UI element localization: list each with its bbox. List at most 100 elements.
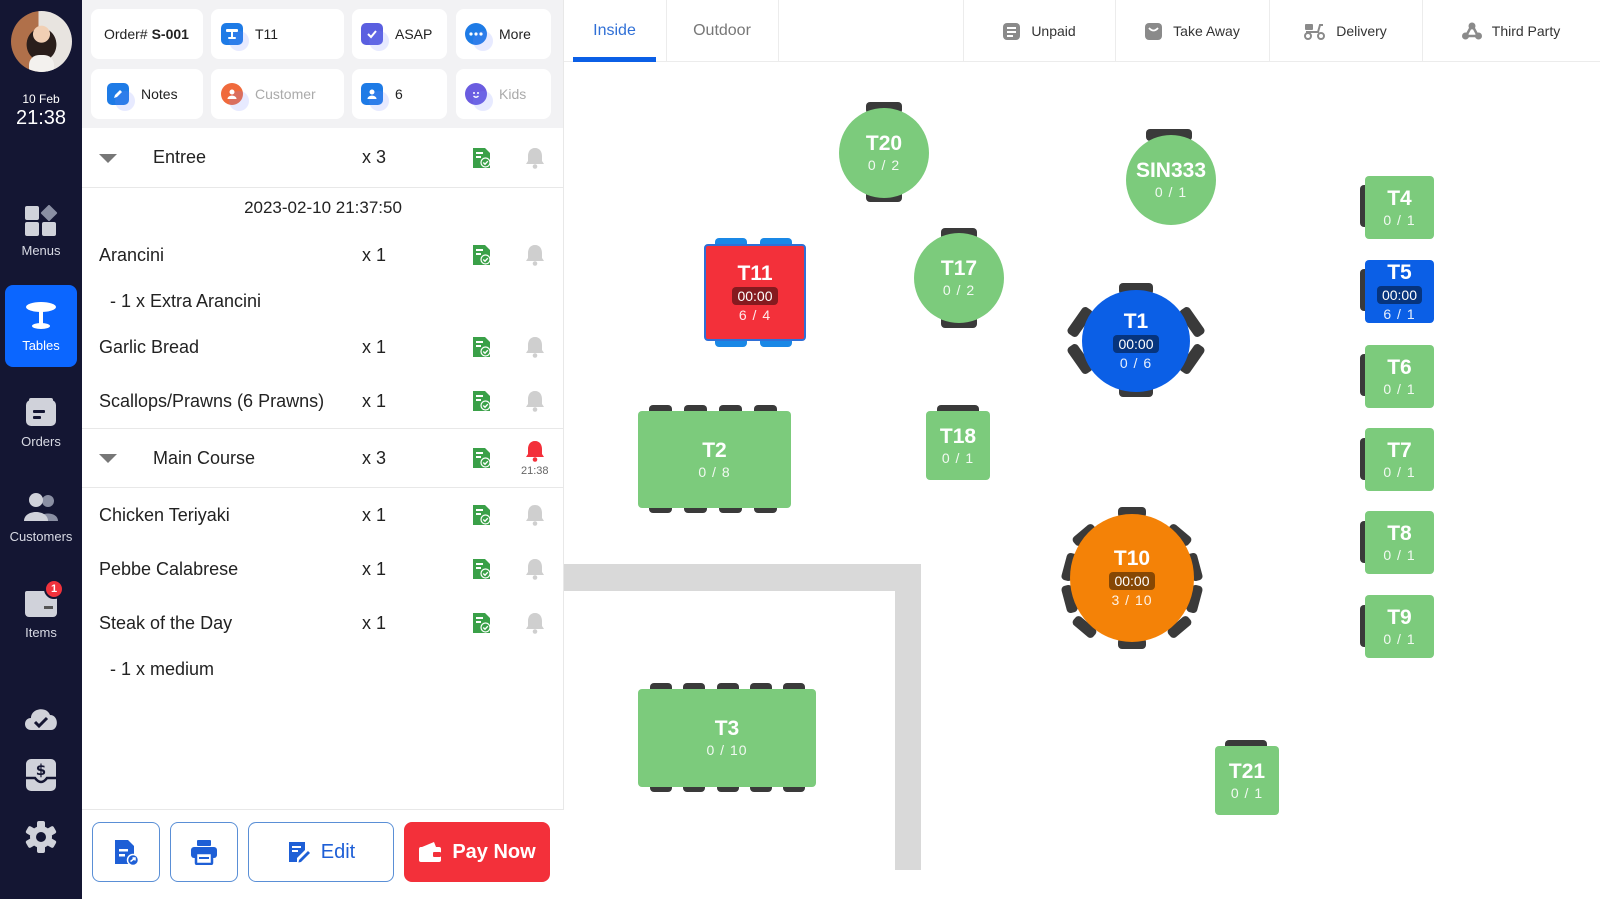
notes-chip[interactable]: Notes [91,69,203,119]
order-item-row[interactable]: Pebbe Calabrese x 1 [82,542,564,596]
guests-chip[interactable]: 6 [352,69,447,119]
bell-alert-icon[interactable] [525,440,545,462]
cash-drawer-icon[interactable]: $ [23,758,59,792]
nav-item-items[interactable]: 1 Items [5,572,77,654]
bell-icon[interactable] [525,147,545,169]
nav-label-menus: Menus [21,242,61,258]
kitchen-sent-icon[interactable] [472,336,492,358]
table-chip[interactable]: T11 [211,9,344,59]
course-group-main-course[interactable]: Main Course x 3 21:38 [82,428,564,488]
table-name: T7 [1387,438,1412,462]
bell-icon[interactable] [525,504,545,526]
svg-text:$: $ [36,761,46,779]
table-T2[interactable]: T2 0 / 8 [638,411,791,508]
table-T10[interactable]: T10 00:00 3 / 10 [1070,514,1194,642]
table-seats: 0 / 2 [942,282,976,298]
item-qty: x 1 [362,504,387,525]
course-group-entree[interactable]: Entree x 3 [82,128,564,188]
table-T9[interactable]: T9 0 / 1 [1365,595,1434,658]
table-T17[interactable]: T17 0 / 2 [914,233,1004,323]
pencil-icon [107,83,135,111]
tab-inside[interactable]: Inside [573,0,656,62]
pay-now-label: Pay Now [452,840,536,863]
settings-gear-icon[interactable] [23,820,59,854]
table-seats: 3 / 10 [1111,592,1153,608]
bell-icon[interactable] [525,390,545,412]
timing-chip-label: ASAP [395,26,433,42]
bell-icon[interactable] [525,558,545,580]
customers-icon [24,491,58,523]
nav-item-orders[interactable]: Orders [5,381,77,463]
table-name: T3 [714,717,740,740]
kitchen-sent-icon[interactable] [472,558,492,580]
split-bill-button[interactable] [92,822,160,882]
table-icon [24,300,58,332]
filter-take-away[interactable]: Take Away [1115,0,1269,62]
kitchen-sent-icon[interactable] [472,612,492,634]
edit-button[interactable]: Edit [248,822,394,882]
item-qty: x 1 [362,336,387,357]
course-qty: x 3 [362,447,387,468]
bell-icon[interactable] [525,244,545,266]
kids-chip-label: Kids [499,86,527,102]
table-T4[interactable]: T4 0 / 1 [1365,176,1434,239]
more-chip[interactable]: More [456,9,551,59]
table-name: T5 [1387,260,1412,284]
tab-outdoor[interactable]: Outdoor [666,0,778,62]
table-SIN333[interactable]: SIN333 0 / 1 [1126,135,1216,225]
kitchen-sent-icon[interactable] [472,147,492,169]
bell-icon[interactable] [525,612,545,634]
bell-icon[interactable] [525,336,545,358]
kitchen-sent-icon[interactable] [472,244,492,266]
table-T20[interactable]: T20 0 / 2 [839,108,929,198]
item-qty: x 1 [362,244,387,265]
table-T21[interactable]: T21 0 / 1 [1215,746,1279,815]
table-T7[interactable]: T7 0 / 1 [1365,428,1434,491]
collapse-caret-icon[interactable] [99,153,117,163]
timing-chip[interactable]: ASAP [352,9,447,59]
table-T3[interactable]: T3 0 / 10 [638,689,816,787]
order-panel: Order# S-001 T11 ASAP More Notes Customer… [82,0,564,899]
item-qty: x 1 [362,558,387,579]
filter-unpaid[interactable]: Unpaid [963,0,1115,62]
nav-item-customers[interactable]: Customers [5,476,77,558]
kids-chip[interactable]: Kids [456,69,551,119]
order-item-row[interactable]: Scallops/Prawns (6 Prawns) x 1 [82,374,564,428]
table-T6[interactable]: T6 0 / 1 [1365,345,1434,408]
order-item-row[interactable]: Steak of the Day x 1 [82,596,564,650]
item-name: Arancini [99,244,165,265]
cloud-sync-icon[interactable] [23,700,59,734]
filter-delivery[interactable]: Delivery [1269,0,1422,62]
pay-now-button[interactable]: Pay Now [404,822,550,882]
order-item-row[interactable]: Chicken Teriyaki x 1 [82,488,564,542]
kitchen-sent-icon[interactable] [472,504,492,526]
printer-icon [191,840,217,865]
table-T18[interactable]: T18 0 / 1 [926,411,990,480]
order-item-row[interactable]: Garlic Bread x 1 [82,320,564,374]
collapse-caret-icon[interactable] [99,454,117,463]
item-qty: x 1 [362,390,387,411]
nav-item-tables[interactable]: Tables [5,285,77,367]
table-seats: 0 / 1 [1230,784,1264,801]
table-seats: 0 / 10 [706,742,748,758]
customer-chip[interactable]: Customer [211,69,344,119]
filter-third-party[interactable]: Third Party [1422,0,1600,62]
order-item-row[interactable]: Arancini x 1 [82,228,564,282]
tab-divider [778,0,779,62]
item-qty: x 1 [362,612,387,633]
kitchen-sent-icon[interactable] [472,447,492,469]
order-number: S-001 [151,26,189,42]
wallet-icon [419,842,442,862]
nav-label-customers: Customers [9,528,73,544]
unpaid-receipt-icon [1003,22,1021,40]
user-avatar[interactable] [11,11,72,72]
table-T8[interactable]: T8 0 / 1 [1365,511,1434,574]
table-T1[interactable]: T1 00:00 0 / 6 [1082,290,1190,392]
table-seats: 0 / 1 [1154,184,1188,200]
table-T11[interactable]: T11 00:00 6 / 4 [704,244,806,341]
table-T5[interactable]: T5 00:00 6 / 1 [1365,260,1434,323]
bell-time: 21:38 [521,465,549,477]
print-button[interactable] [170,822,238,882]
nav-item-menus[interactable]: Menus [5,190,77,272]
kitchen-sent-icon[interactable] [472,390,492,412]
